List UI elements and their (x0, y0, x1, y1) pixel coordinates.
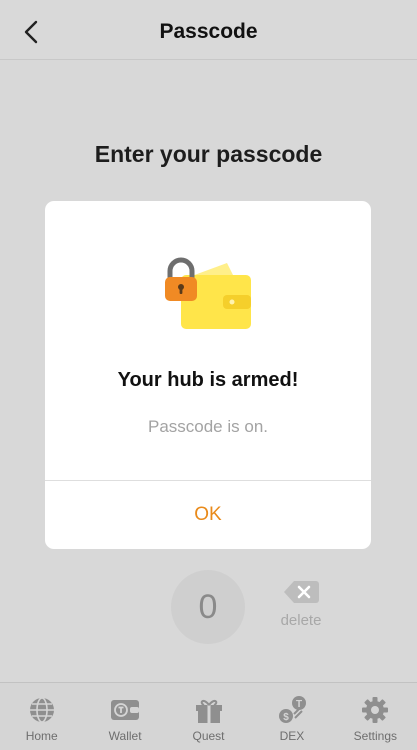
tab-label-settings: Settings (353, 729, 397, 743)
exchange-icon: $ T (278, 696, 306, 723)
tab-label-wallet: Wallet (108, 729, 142, 743)
header-bar: Passcode (0, 0, 417, 60)
gift-icon (195, 699, 222, 723)
bottom-tab-bar: Home Wallet Quest $ T DEX Settings (0, 682, 417, 750)
page-title: Passcode (159, 20, 258, 43)
tab-label-home: Home (25, 729, 58, 743)
passcode-prompt: Enter your passcode (94, 141, 323, 167)
globe-icon (29, 697, 54, 723)
dialog-message: Passcode is on. (147, 417, 268, 436)
wallet-icon (111, 700, 140, 720)
keypad-zero-button[interactable]: 0 (171, 570, 245, 644)
tab-settings[interactable]: Settings (334, 683, 417, 750)
ok-button[interactable]: OK (45, 481, 371, 549)
delete-label: delete (280, 612, 322, 629)
dialog-title: Your hub is armed! (117, 369, 299, 391)
locked-wallet-icon (165, 257, 251, 329)
success-dialog: Your hub is armed! Passcode is on. OK (45, 201, 371, 549)
gear-icon (362, 697, 389, 723)
backspace-icon (284, 581, 319, 603)
tab-label-dex: DEX (279, 729, 305, 743)
tab-home[interactable]: Home (0, 683, 83, 750)
tab-dex[interactable]: $ T DEX (250, 683, 333, 750)
svg-text:$: $ (283, 712, 289, 723)
tab-quest[interactable]: Quest (167, 683, 250, 750)
tab-wallet[interactable]: Wallet (83, 683, 166, 750)
delete-button[interactable]: delete (272, 578, 330, 630)
tab-label-quest: Quest (192, 729, 225, 743)
